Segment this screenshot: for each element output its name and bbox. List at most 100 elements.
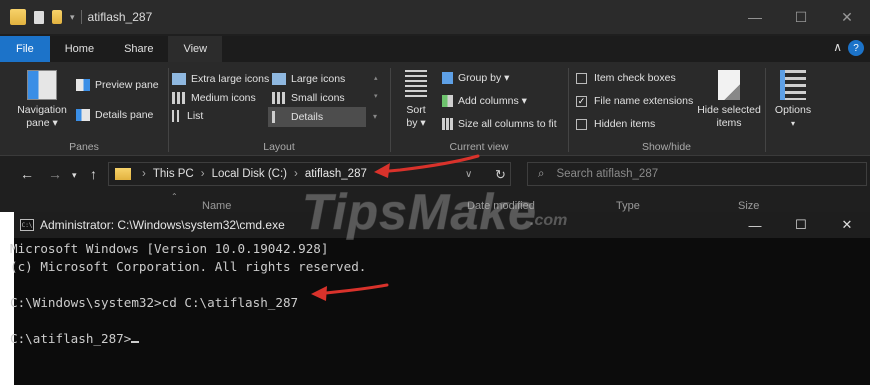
item-check-boxes-label: Item check boxes <box>594 72 676 84</box>
ribbon-tabs: File Home Share View <box>0 36 870 62</box>
large-icons-icon <box>272 73 286 85</box>
collapse-ribbon-icon[interactable]: ∧ <box>833 40 842 54</box>
layout-group-label: Layout <box>263 141 295 153</box>
customize-quick-access-icon[interactable]: ▾ <box>70 12 75 23</box>
up-arrow-icon[interactable]: ↑ <box>90 166 97 182</box>
group-by-button[interactable]: Group by ▾ <box>442 72 509 84</box>
file-name-extensions-checkbox[interactable]: ✓ <box>576 95 587 107</box>
add-columns-button[interactable]: Add columns ▾ <box>442 95 527 107</box>
layout-list[interactable]: List <box>172 110 203 122</box>
column-name[interactable]: Name <box>202 200 231 212</box>
console-prompt-line: C:\atiflash_287> <box>10 330 366 348</box>
medium-icons-label: Medium icons <box>191 92 256 104</box>
details-pane-label: Details pane <box>95 109 154 121</box>
annotation-arrow <box>374 154 480 178</box>
tab-home[interactable]: Home <box>50 36 109 62</box>
chevron-right-icon: › <box>294 168 298 180</box>
layout-extra-large-icons[interactable]: Extra large icons <box>172 73 269 85</box>
cmd-minimize-button[interactable]: — <box>732 212 778 238</box>
show-hide-group: Item check boxes ✓ File name extensions … <box>568 62 765 156</box>
hidden-items-checkbox[interactable] <box>576 118 587 130</box>
extra-large-icons-icon <box>172 73 186 85</box>
panes-group-label: Panes <box>69 141 99 153</box>
new-folder-icon[interactable] <box>52 10 62 24</box>
layout-medium-icons[interactable]: Medium icons <box>172 92 256 104</box>
forward-arrow-icon[interactable]: → <box>48 166 62 182</box>
size-all-columns-label: Size all columns to fit <box>458 118 557 130</box>
layout-scroll-up-icon[interactable]: ▴ <box>374 74 378 82</box>
details-pane-button[interactable]: Details pane <box>76 109 153 121</box>
panes-group: Navigation pane ▾ Preview pane Details p… <box>0 62 168 156</box>
group-by-label: Group by ▾ <box>458 72 510 84</box>
file-name-extensions-label: File name extensions <box>594 95 694 107</box>
details-pane-icon <box>76 109 90 121</box>
help-icon[interactable]: ? <box>848 40 864 56</box>
sort-by-button[interactable]: Sort by ▾ <box>402 70 430 130</box>
explorer-titlebar: ▾ atiflash_287 — ☐ ✕ <box>0 0 870 34</box>
layout-scroll-down-icon[interactable]: ▾ <box>374 92 378 100</box>
sort-by-label: Sort by ▾ <box>406 104 426 129</box>
close-button[interactable]: ✕ <box>824 0 870 34</box>
details-icon <box>272 111 275 123</box>
preview-pane-button[interactable]: Preview pane <box>76 79 159 91</box>
cmd-maximize-button[interactable]: ☐ <box>778 212 824 238</box>
window-title: atiflash_287 <box>87 10 153 24</box>
add-columns-label: Add columns ▾ <box>458 95 527 107</box>
ribbon: Navigation pane ▾ Preview pane Details p… <box>0 62 870 156</box>
tab-file[interactable]: File <box>0 36 50 62</box>
sort-by-icon <box>405 70 427 100</box>
address-folder-icon <box>115 168 131 180</box>
layout-large-icons[interactable]: Large icons <box>272 73 345 85</box>
item-check-boxes-toggle[interactable]: Item check boxes <box>576 72 676 84</box>
cmd-close-button[interactable]: ✕ <box>824 212 870 238</box>
item-check-boxes-checkbox[interactable] <box>576 72 587 84</box>
title-separator <box>80 10 82 24</box>
breadcrumb-local-disk[interactable]: Local Disk (C:) <box>212 168 287 180</box>
watermark-suffix: .com <box>530 212 568 229</box>
minimize-button[interactable]: — <box>732 0 778 34</box>
breadcrumb-this-pc[interactable]: This PC <box>153 168 194 180</box>
hidden-items-toggle[interactable]: Hidden items <box>576 118 655 130</box>
sort-indicator-icon: ⌃ <box>171 192 178 201</box>
layout-small-icons[interactable]: Small icons <box>272 92 345 104</box>
properties-icon[interactable] <box>34 10 44 24</box>
annotation-arrow <box>311 283 389 301</box>
extra-large-icons-label: Extra large icons <box>191 73 270 85</box>
column-size[interactable]: Size <box>738 200 759 212</box>
recent-locations-icon[interactable]: ▾ <box>72 170 77 181</box>
details-label: Details <box>291 111 324 123</box>
size-all-columns-button[interactable]: Size all columns to fit <box>442 118 557 130</box>
chevron-right-icon: › <box>142 168 146 180</box>
medium-icons-icon <box>172 92 186 104</box>
layout-details[interactable]: Details <box>268 107 366 127</box>
add-columns-icon <box>442 95 453 107</box>
console-prompt: C:\atiflash_287> <box>10 331 132 346</box>
watermark: TipsMake <box>302 183 537 241</box>
small-icons-icon <box>272 92 286 104</box>
options-label: Options <box>774 104 812 116</box>
maximize-button[interactable]: ☐ <box>778 0 824 34</box>
options-button[interactable]: Options ▾ <box>770 70 816 130</box>
preview-pane-label: Preview pane <box>95 79 159 91</box>
hide-selected-items-icon <box>718 70 740 100</box>
preview-pane-icon <box>76 79 90 91</box>
search-box[interactable]: ⌕ Search atiflash_287 <box>527 162 867 186</box>
ribbon-separator <box>765 68 766 152</box>
file-name-extensions-toggle[interactable]: ✓ File name extensions <box>576 95 693 107</box>
tab-share[interactable]: Share <box>109 36 168 62</box>
column-type[interactable]: Type <box>616 200 640 212</box>
refresh-icon[interactable]: ↻ <box>495 167 506 183</box>
tab-view[interactable]: View <box>168 36 223 62</box>
hidden-items-label: Hidden items <box>594 118 656 130</box>
breadcrumb-current-folder[interactable]: atiflash_287 <box>305 168 367 180</box>
layout-more-icon[interactable]: ▾ <box>373 112 377 121</box>
small-icons-label: Small icons <box>291 92 345 104</box>
hide-selected-items-button[interactable]: Hide selected items <box>696 70 762 130</box>
options-icon <box>780 70 806 100</box>
text-cursor <box>131 341 140 343</box>
navigation-pane-button[interactable]: Navigation pane ▾ <box>12 70 72 130</box>
large-icons-label: Large icons <box>291 73 346 85</box>
cmd-title: Administrator: C:\Windows\system32\cmd.e… <box>40 218 285 232</box>
navigation-pane-label: Navigation pane ▾ <box>17 104 67 129</box>
back-arrow-icon[interactable]: ← <box>20 166 34 182</box>
